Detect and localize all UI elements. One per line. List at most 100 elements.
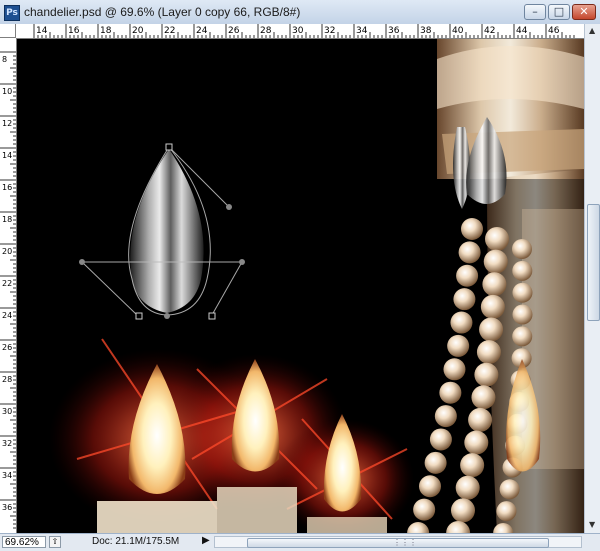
crystal-bead xyxy=(512,282,533,303)
ruler-label: 18 xyxy=(2,215,12,224)
crystal-bead xyxy=(479,317,504,342)
crystal-bead xyxy=(512,326,533,347)
ruler-label: 26 xyxy=(228,26,240,36)
zoom-level-field[interactable]: 69.62% xyxy=(2,536,46,548)
bezier-control-handle[interactable] xyxy=(239,259,245,265)
transform-anchor-handle[interactable] xyxy=(135,312,143,320)
horizontal-ruler[interactable]: 14 16 18 20 22 24 26 28 30 32 34 36 38 40 42 44 46 xyxy=(16,24,584,39)
ruler-label: 14 xyxy=(36,26,48,36)
ruler-label: 24 xyxy=(2,311,12,320)
crystal-bead xyxy=(434,405,457,428)
status-menu-arrow-icon[interactable]: ▶ xyxy=(202,535,210,546)
crystal-bead xyxy=(480,294,505,319)
vertical-scrollbar[interactable]: ▲ ▼ xyxy=(584,24,600,533)
ruler-label: 36 xyxy=(388,26,400,36)
ruler-origin[interactable] xyxy=(0,24,16,38)
crystal-bead xyxy=(429,428,452,451)
ruler-label: 38 xyxy=(420,26,432,36)
crystal-bead xyxy=(456,264,479,287)
crystal-bead xyxy=(482,272,507,297)
bezier-control-handle[interactable] xyxy=(79,259,85,265)
document-window: Ps chandelier.psd @ 69.6% (Layer 0 copy … xyxy=(0,0,600,551)
title-bar[interactable]: Ps chandelier.psd @ 69.6% (Layer 0 copy … xyxy=(0,0,600,25)
ruler-label: 30 xyxy=(2,407,12,416)
ruler-label: 28 xyxy=(260,26,272,36)
crystal-bead xyxy=(476,340,501,365)
ruler-label: 20 xyxy=(132,26,144,36)
crystal-bead xyxy=(455,475,480,500)
vertical-scroll-thumb[interactable] xyxy=(587,204,600,321)
maximize-icon: □ xyxy=(553,5,565,18)
crystal-bead xyxy=(447,334,470,357)
crystal-bead xyxy=(461,218,483,240)
photoshop-icon: Ps xyxy=(4,5,20,21)
crystal-bead xyxy=(450,498,475,523)
crystal-bead xyxy=(439,381,462,404)
ruler-label: 40 xyxy=(452,26,464,36)
maximize-button[interactable]: □ xyxy=(548,4,570,20)
ruler-label: 36 xyxy=(2,503,12,512)
status-bar: 69.62% ⇧ Doc: 21.1M/175.5M ▶ ⋮⋮⋮ xyxy=(0,533,600,551)
crystal-bead xyxy=(446,521,471,533)
ruler-label: 42 xyxy=(484,26,495,36)
crystal-bead xyxy=(483,249,508,274)
crystal-bead xyxy=(512,260,533,281)
crystal-bead xyxy=(450,311,473,334)
crystal-bead xyxy=(474,362,499,387)
minimize-icon: – xyxy=(532,5,538,18)
ruler-label: 14 xyxy=(2,151,12,160)
scroll-down-icon[interactable]: ▼ xyxy=(589,520,595,529)
crystal-bead xyxy=(499,479,520,500)
vertical-ruler-ticks: 8 10 12 14 16 18 20 22 24 26 28 30 32 34 36 xyxy=(0,51,16,529)
ruler-label: 8 xyxy=(2,55,7,64)
crystal-bead xyxy=(464,430,489,455)
ruler-label: 46 xyxy=(548,26,560,36)
crystal-bead xyxy=(468,407,493,432)
crystal-bead xyxy=(443,358,466,381)
bezier-control-handle[interactable] xyxy=(164,313,170,319)
export-icon[interactable]: ⇧ xyxy=(49,536,61,548)
ruler-label: 32 xyxy=(2,439,12,448)
ruler-label: 20 xyxy=(2,247,12,256)
ruler-label: 32 xyxy=(324,26,335,36)
bezier-control-handle[interactable] xyxy=(226,204,232,210)
ruler-label: 18 xyxy=(100,26,112,36)
crystal-bead xyxy=(460,453,485,478)
close-icon: ✕ xyxy=(579,5,589,18)
crystal-bead xyxy=(485,227,509,251)
ruler-label: 12 xyxy=(2,119,12,128)
window-title: chandelier.psd @ 69.6% (Layer 0 copy 66,… xyxy=(24,5,301,19)
scroll-grip-icon: ⋮⋮⋮ xyxy=(393,538,417,547)
scroll-up-icon[interactable]: ▲ xyxy=(589,26,595,35)
ruler-label: 34 xyxy=(356,26,368,36)
crystal-bead xyxy=(512,304,533,325)
horizontal-ruler-ticks: 14 16 18 20 22 24 26 28 30 32 34 36 38 40 42 44 46 xyxy=(33,24,575,38)
ruler-label: 34 xyxy=(2,471,12,480)
ruler-label: 10 xyxy=(2,87,12,96)
ruler-label: 22 xyxy=(164,26,175,36)
horizontal-scroll-thumb[interactable]: ⋮⋮⋮ xyxy=(247,538,549,548)
close-button[interactable]: ✕ xyxy=(572,4,596,20)
horizontal-scrollbar[interactable]: ⋮⋮⋮ xyxy=(214,536,582,548)
selected-crystal-layer xyxy=(81,146,243,316)
crystal-bead xyxy=(424,451,447,474)
ruler-label: 24 xyxy=(196,26,208,36)
ruler-label: 26 xyxy=(2,343,12,352)
crystal-bead xyxy=(413,498,436,521)
transform-anchor-handle[interactable] xyxy=(165,143,173,151)
crystal-bead xyxy=(458,241,481,264)
minimize-button[interactable]: – xyxy=(524,4,546,20)
vertical-ruler[interactable]: 8 10 12 14 16 18 20 22 24 26 28 30 32 34 36 xyxy=(0,38,17,533)
document-size-info: Doc: 21.1M/175.5M xyxy=(92,536,180,547)
ruler-label: 28 xyxy=(2,375,12,384)
crystal-bead xyxy=(418,475,441,498)
ruler-label: 16 xyxy=(2,183,12,192)
ruler-label: 44 xyxy=(516,26,528,36)
crystal-bead xyxy=(453,288,476,311)
chandelier-artwork xyxy=(49,39,584,533)
image-canvas[interactable] xyxy=(17,39,584,533)
transform-anchor-handle[interactable] xyxy=(208,312,216,320)
crystal-bead xyxy=(496,501,517,522)
ruler-label: 16 xyxy=(68,26,80,36)
crystal-bead xyxy=(471,385,496,410)
